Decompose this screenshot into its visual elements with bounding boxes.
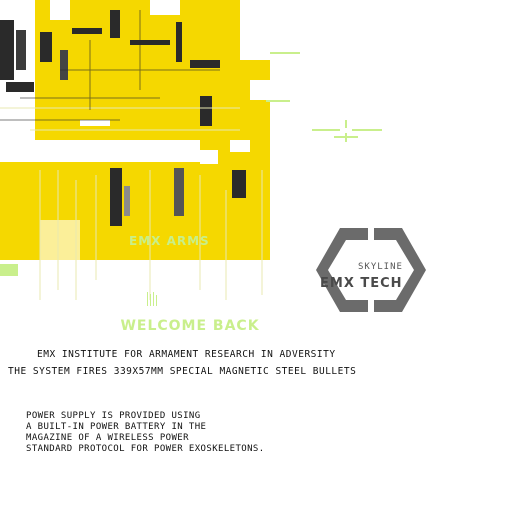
logo-brand: EMX TECH bbox=[320, 276, 403, 291]
description-line: POWER SUPPLY IS PROVIDED USING bbox=[26, 411, 201, 421]
emx-arms-label: EMX ARMS bbox=[129, 234, 210, 248]
description-line: STANDARD PROTOCOL FOR POWER EXOSKELETONS… bbox=[26, 444, 265, 454]
system-line: THE SYSTEM FIRES 339X57MM SPECIAL MAGNET… bbox=[8, 366, 357, 377]
welcome-heading: WELCOME BACK bbox=[120, 318, 260, 334]
circuit-board-graphic bbox=[0, 0, 300, 310]
text-cursor-icon bbox=[147, 292, 157, 306]
institute-line: EMX INSTITUTE FOR ARMAMENT RESEARCH IN A… bbox=[37, 349, 336, 360]
logo-subtitle: SKYLINE bbox=[358, 262, 403, 272]
crosshair-icon bbox=[312, 120, 382, 142]
description-line: MAGAZINE OF A WIRELESS POWER bbox=[26, 433, 189, 443]
emx-tech-logo: SKYLINE EMX TECH bbox=[312, 226, 430, 314]
description-line: A BUILT-IN POWER BATTERY IN THE bbox=[26, 422, 207, 432]
description-paragraph: POWER SUPPLY IS PROVIDED USING A BUILT-I… bbox=[26, 411, 265, 455]
